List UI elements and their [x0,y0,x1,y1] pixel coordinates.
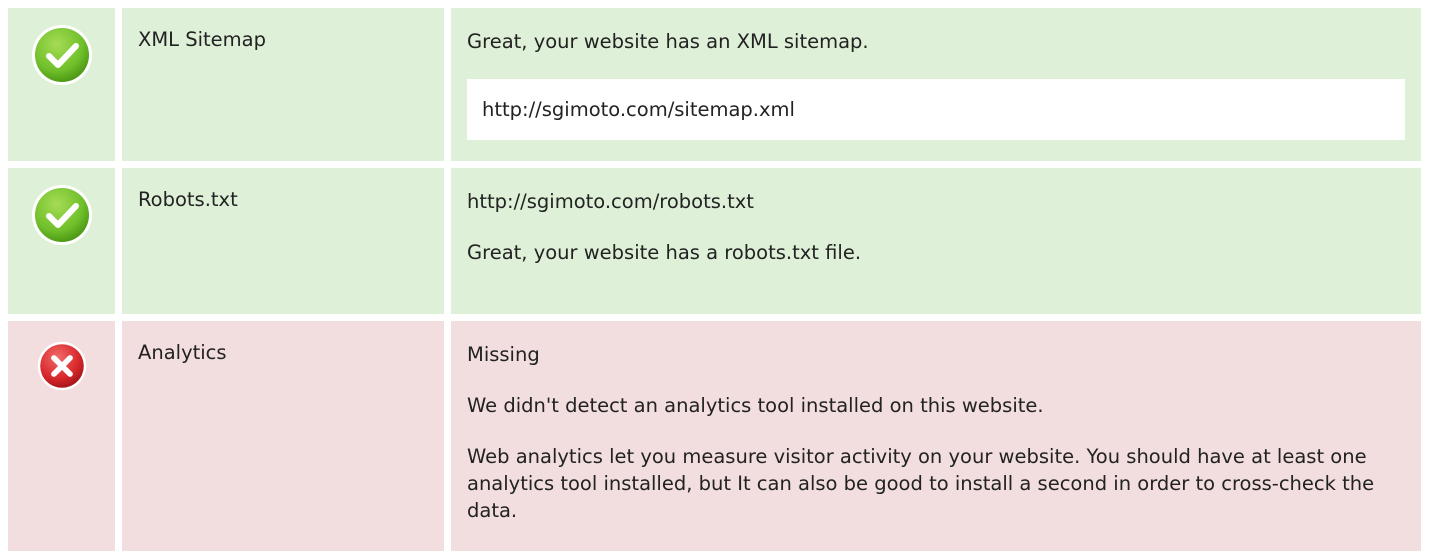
report-row-xml-sitemap: XML Sitemap Great, your website has an X… [8,8,1421,161]
report-row-robots-txt: Robots.txt http://sgimoto.com/robots.txt… [8,168,1421,314]
status-cell [8,168,115,314]
check-name: XML Sitemap [122,8,444,161]
robots-url: http://sgimoto.com/robots.txt [467,190,754,213]
report-row-analytics: Analytics Missing We didn't detect an an… [8,321,1421,551]
check-advice: Web analytics let you measure visitor ac… [467,445,1375,522]
check-circle-icon [31,185,92,245]
check-details: Great, your website has an XML sitemap. … [451,8,1421,161]
cross-circle-icon [37,341,86,391]
seo-report-table: XML Sitemap Great, your website has an X… [8,8,1421,551]
check-result: Missing [467,343,540,366]
check-message: Great, your website has an XML sitemap. [467,30,869,53]
check-details: Missing We didn't detect an analytics to… [451,321,1421,551]
check-name: Analytics [122,321,444,551]
status-cell [8,321,115,551]
check-message: Great, your website has a robots.txt fil… [467,241,862,264]
check-details: http://sgimoto.com/robots.txt Great, you… [451,168,1421,314]
sitemap-url: http://sgimoto.com/sitemap.xml [467,79,1405,140]
check-message: We didn't detect an analytics tool insta… [467,394,1044,417]
status-cell [8,8,115,161]
check-circle-icon [31,25,92,85]
check-name: Robots.txt [122,168,444,314]
